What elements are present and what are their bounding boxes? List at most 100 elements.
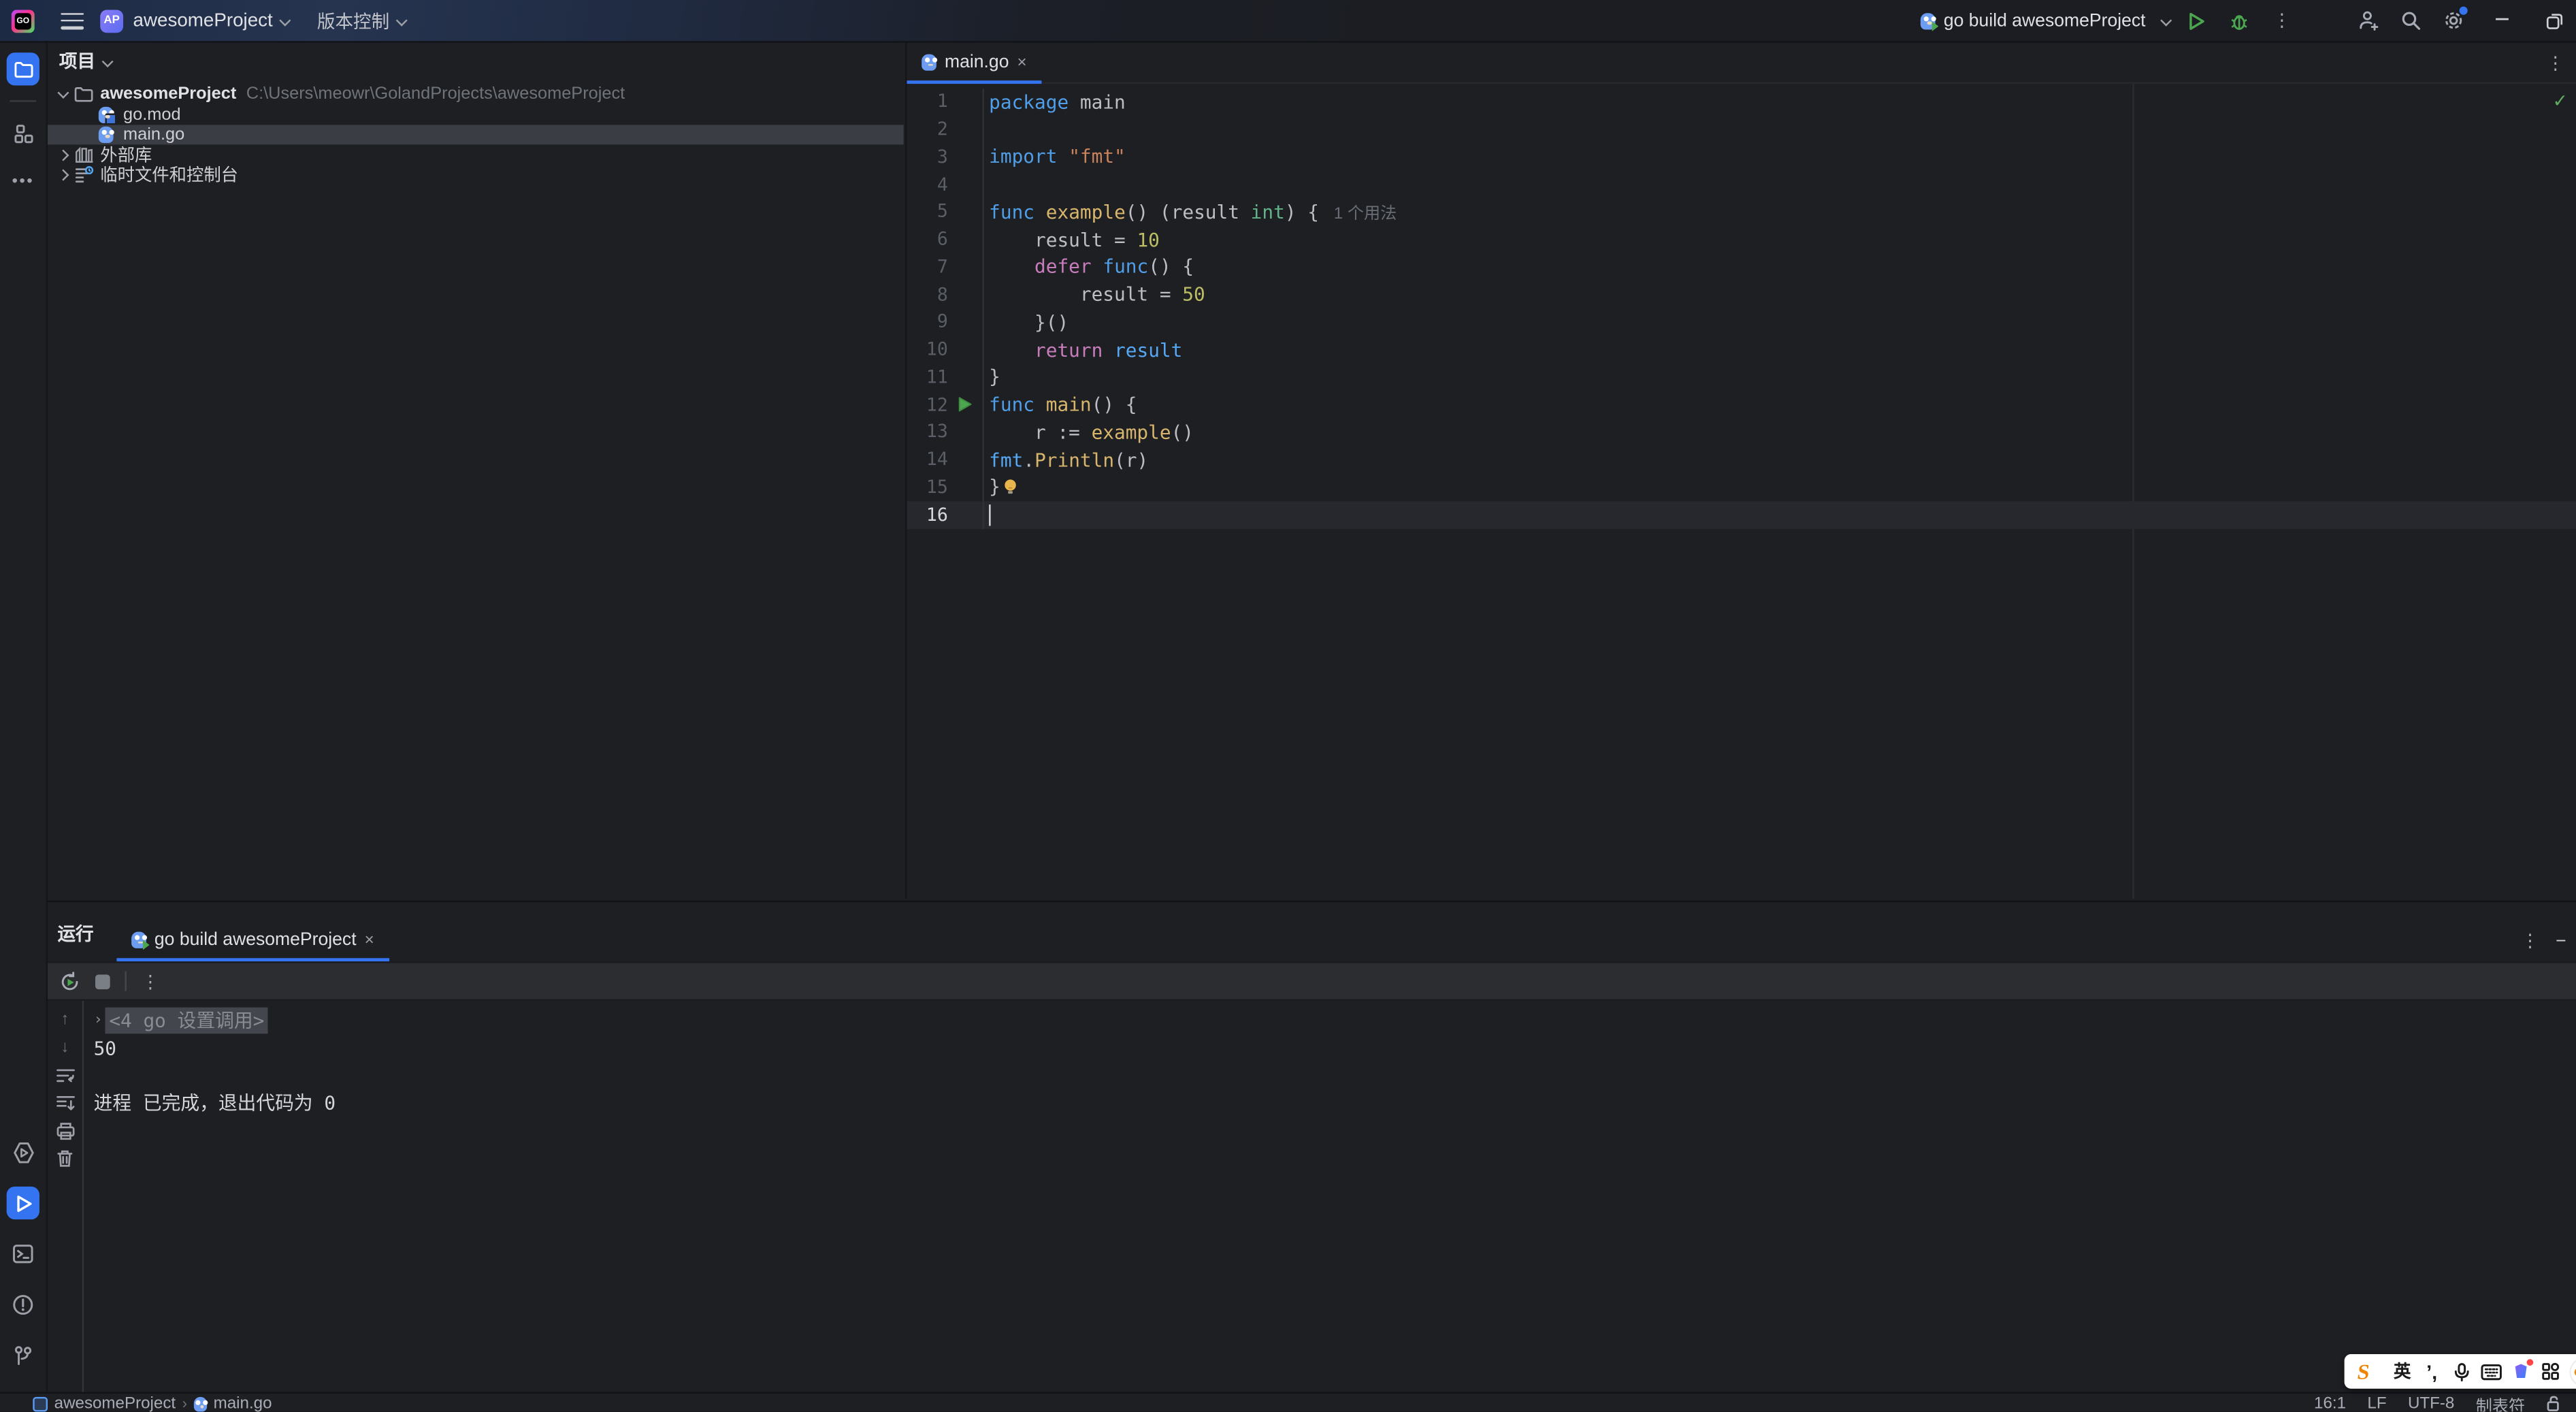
- chevron-down-icon[interactable]: [102, 55, 114, 67]
- code-line-11[interactable]: 11}: [907, 363, 2576, 391]
- hide-run-panel-button[interactable]: −: [2556, 931, 2566, 950]
- code-line-9[interactable]: 9 }(): [907, 308, 2576, 336]
- gutter-marker: [948, 88, 983, 115]
- code-line-14[interactable]: 14 fmt. Println (r): [907, 445, 2576, 474]
- debug-button[interactable]: [2221, 4, 2257, 37]
- tree-item-awesomeProject[interactable]: awesomeProject C:\Users\meowr\GolandProje…: [48, 84, 904, 104]
- line-number: 1: [936, 91, 948, 113]
- code-line-10[interactable]: 10 return result: [907, 336, 2576, 364]
- soft-wrap-button[interactable]: [54, 1065, 76, 1085]
- chevron-right-icon[interactable]: [56, 147, 72, 163]
- code-with-me-button[interactable]: [2349, 4, 2385, 37]
- ime-language-mode[interactable]: 英: [2389, 1358, 2415, 1385]
- next-occurrence-button[interactable]: ↓: [54, 1037, 76, 1057]
- tree-item-go.mod[interactable]: go.mod: [48, 104, 904, 125]
- code-line-1[interactable]: 1 package main: [907, 88, 2576, 116]
- fold-chevron-icon[interactable]: ›: [94, 1012, 103, 1029]
- code-line-7[interactable]: 7 defer func() {: [907, 253, 2576, 281]
- editor-tab-main-go[interactable]: main.go ×: [907, 43, 1042, 84]
- code-line-3[interactable]: 3 import "fmt": [907, 143, 2576, 171]
- scroll-to-end-button[interactable]: [54, 1093, 76, 1112]
- sogou-logo-icon[interactable]: S: [2355, 1358, 2372, 1385]
- console-output[interactable]: › <4 go 设置调用> 50 进程 已完成，退出代码为 0: [84, 1001, 2576, 1392]
- indent-widget[interactable]: 制表符: [2476, 1392, 2525, 1412]
- tree-item-label: awesomeProject: [100, 84, 237, 104]
- search-everywhere-button[interactable]: [2392, 4, 2428, 37]
- project-tool-button[interactable]: [6, 52, 39, 86]
- more-actions-button[interactable]: ⋮: [2264, 4, 2300, 37]
- git-tool-button[interactable]: [7, 1339, 39, 1372]
- line-number: 4: [936, 173, 948, 195]
- code-line-8[interactable]: 8 result = 50: [907, 280, 2576, 308]
- rerun-button[interactable]: [59, 970, 80, 991]
- code-line-16[interactable]: 16: [907, 500, 2576, 529]
- status-breadcrumb[interactable]: awesomeProject › main.go: [33, 1394, 272, 1412]
- print-button[interactable]: [54, 1121, 76, 1140]
- code-text: fmt. Println (r): [982, 445, 1148, 474]
- ime-mascot-icon[interactable]: [2569, 1356, 2576, 1387]
- ime-skin-icon[interactable]: [2507, 1358, 2534, 1385]
- caret-position-widget[interactable]: 16:1: [2314, 1394, 2346, 1412]
- window-restore-button[interactable]: [2533, 4, 2576, 37]
- close-run-tab-icon[interactable]: ×: [365, 931, 374, 949]
- settings-button[interactable]: [2434, 4, 2471, 37]
- project-panel-header[interactable]: 项目: [48, 43, 904, 79]
- code-line-2[interactable]: 2: [907, 115, 2576, 144]
- intention-bulb-icon[interactable]: [1002, 478, 1018, 496]
- chevron-down-icon[interactable]: [56, 86, 72, 102]
- breadcrumb-file[interactable]: main.go: [214, 1394, 272, 1412]
- chevron-down-icon[interactable]: [396, 15, 408, 27]
- code-text: [982, 115, 990, 144]
- code-line-5[interactable]: 5 func example() (result int) {1 个用法: [907, 197, 2576, 226]
- encoding-widget[interactable]: UTF-8: [2408, 1394, 2454, 1412]
- editor-body[interactable]: ✓ 1 package main 2 3 import "fmt" 4 5 func exam…: [907, 84, 2576, 899]
- chevron-right-icon[interactable]: [56, 167, 72, 184]
- console-line-1[interactable]: › <4 go 设置调用>: [94, 1007, 2576, 1034]
- run-gutter-icon[interactable]: [948, 391, 983, 418]
- run-configuration-selector[interactable]: go build awesomeProject: [1921, 11, 2172, 31]
- editor-area: main.go × ⋮ ✓ 1 package main 2 3 import "fmt…: [905, 42, 2576, 899]
- run-button[interactable]: [2179, 4, 2215, 37]
- run-panel-options-button[interactable]: ⋮: [2521, 930, 2539, 952]
- clear-console-button[interactable]: [54, 1149, 76, 1168]
- microphone-icon[interactable]: [2448, 1358, 2475, 1385]
- code-line-13[interactable]: 13 r := example(): [907, 418, 2576, 446]
- vcs-widget[interactable]: 版本控制: [317, 7, 389, 34]
- structure-tool-button[interactable]: [7, 116, 39, 149]
- unlocked-icon[interactable]: [2547, 1396, 2562, 1412]
- breadcrumb-project[interactable]: awesomeProject: [54, 1394, 176, 1412]
- terminal-tool-button[interactable]: [7, 1238, 39, 1270]
- code-line-6[interactable]: 6 result = 10: [907, 225, 2576, 253]
- ime-toolbox-icon[interactable]: [2537, 1358, 2564, 1385]
- folded-command-text[interactable]: <4 go 设置调用>: [105, 1007, 268, 1034]
- editor-tab-options-button[interactable]: ⋮: [2547, 52, 2565, 73]
- services-tool-button[interactable]: [7, 1136, 39, 1168]
- run-tab-label: go build awesomeProject: [154, 930, 357, 950]
- ime-punctuation-icon[interactable]: ’,: [2419, 1358, 2445, 1385]
- tree-item-外部库[interactable]: 外部库: [48, 145, 904, 166]
- project-avatar[interactable]: AP: [100, 9, 124, 33]
- window-minimize-button[interactable]: −: [2481, 4, 2524, 37]
- code-line-4[interactable]: 4: [907, 170, 2576, 198]
- chevron-down-icon[interactable]: [279, 15, 291, 27]
- keyboard-icon[interactable]: [2478, 1358, 2505, 1385]
- tree-item-label: main.go: [123, 125, 185, 145]
- close-tab-icon[interactable]: ×: [1017, 53, 1027, 71]
- prev-occurrence-button[interactable]: ↑: [54, 1009, 76, 1029]
- code-text: }(): [982, 308, 1069, 336]
- more-tool-windows-button[interactable]: •••: [7, 164, 39, 197]
- status-bar: awesomeProject › main.go 16:1 LF UTF-8 制…: [0, 1392, 2576, 1412]
- tree-item-临时文件和控制台[interactable]: 临时文件和控制台: [48, 165, 904, 186]
- problems-tool-button[interactable]: [7, 1288, 39, 1321]
- code-line-15[interactable]: 15}: [907, 473, 2576, 501]
- run-tab[interactable]: go build awesomeProject ×: [116, 918, 389, 962]
- stop-button[interactable]: [95, 974, 110, 989]
- code-line-12[interactable]: 12 func main() {: [907, 390, 2576, 419]
- line-ending-widget[interactable]: LF: [2367, 1394, 2386, 1412]
- project-widget[interactable]: awesomeProject: [133, 11, 273, 31]
- tree-item-main.go[interactable]: main.go: [48, 124, 904, 145]
- main-menu-button[interactable]: [61, 12, 84, 29]
- run-tool-button[interactable]: [6, 1186, 39, 1220]
- run-toolbar-more-button[interactable]: ⋮: [142, 970, 160, 992]
